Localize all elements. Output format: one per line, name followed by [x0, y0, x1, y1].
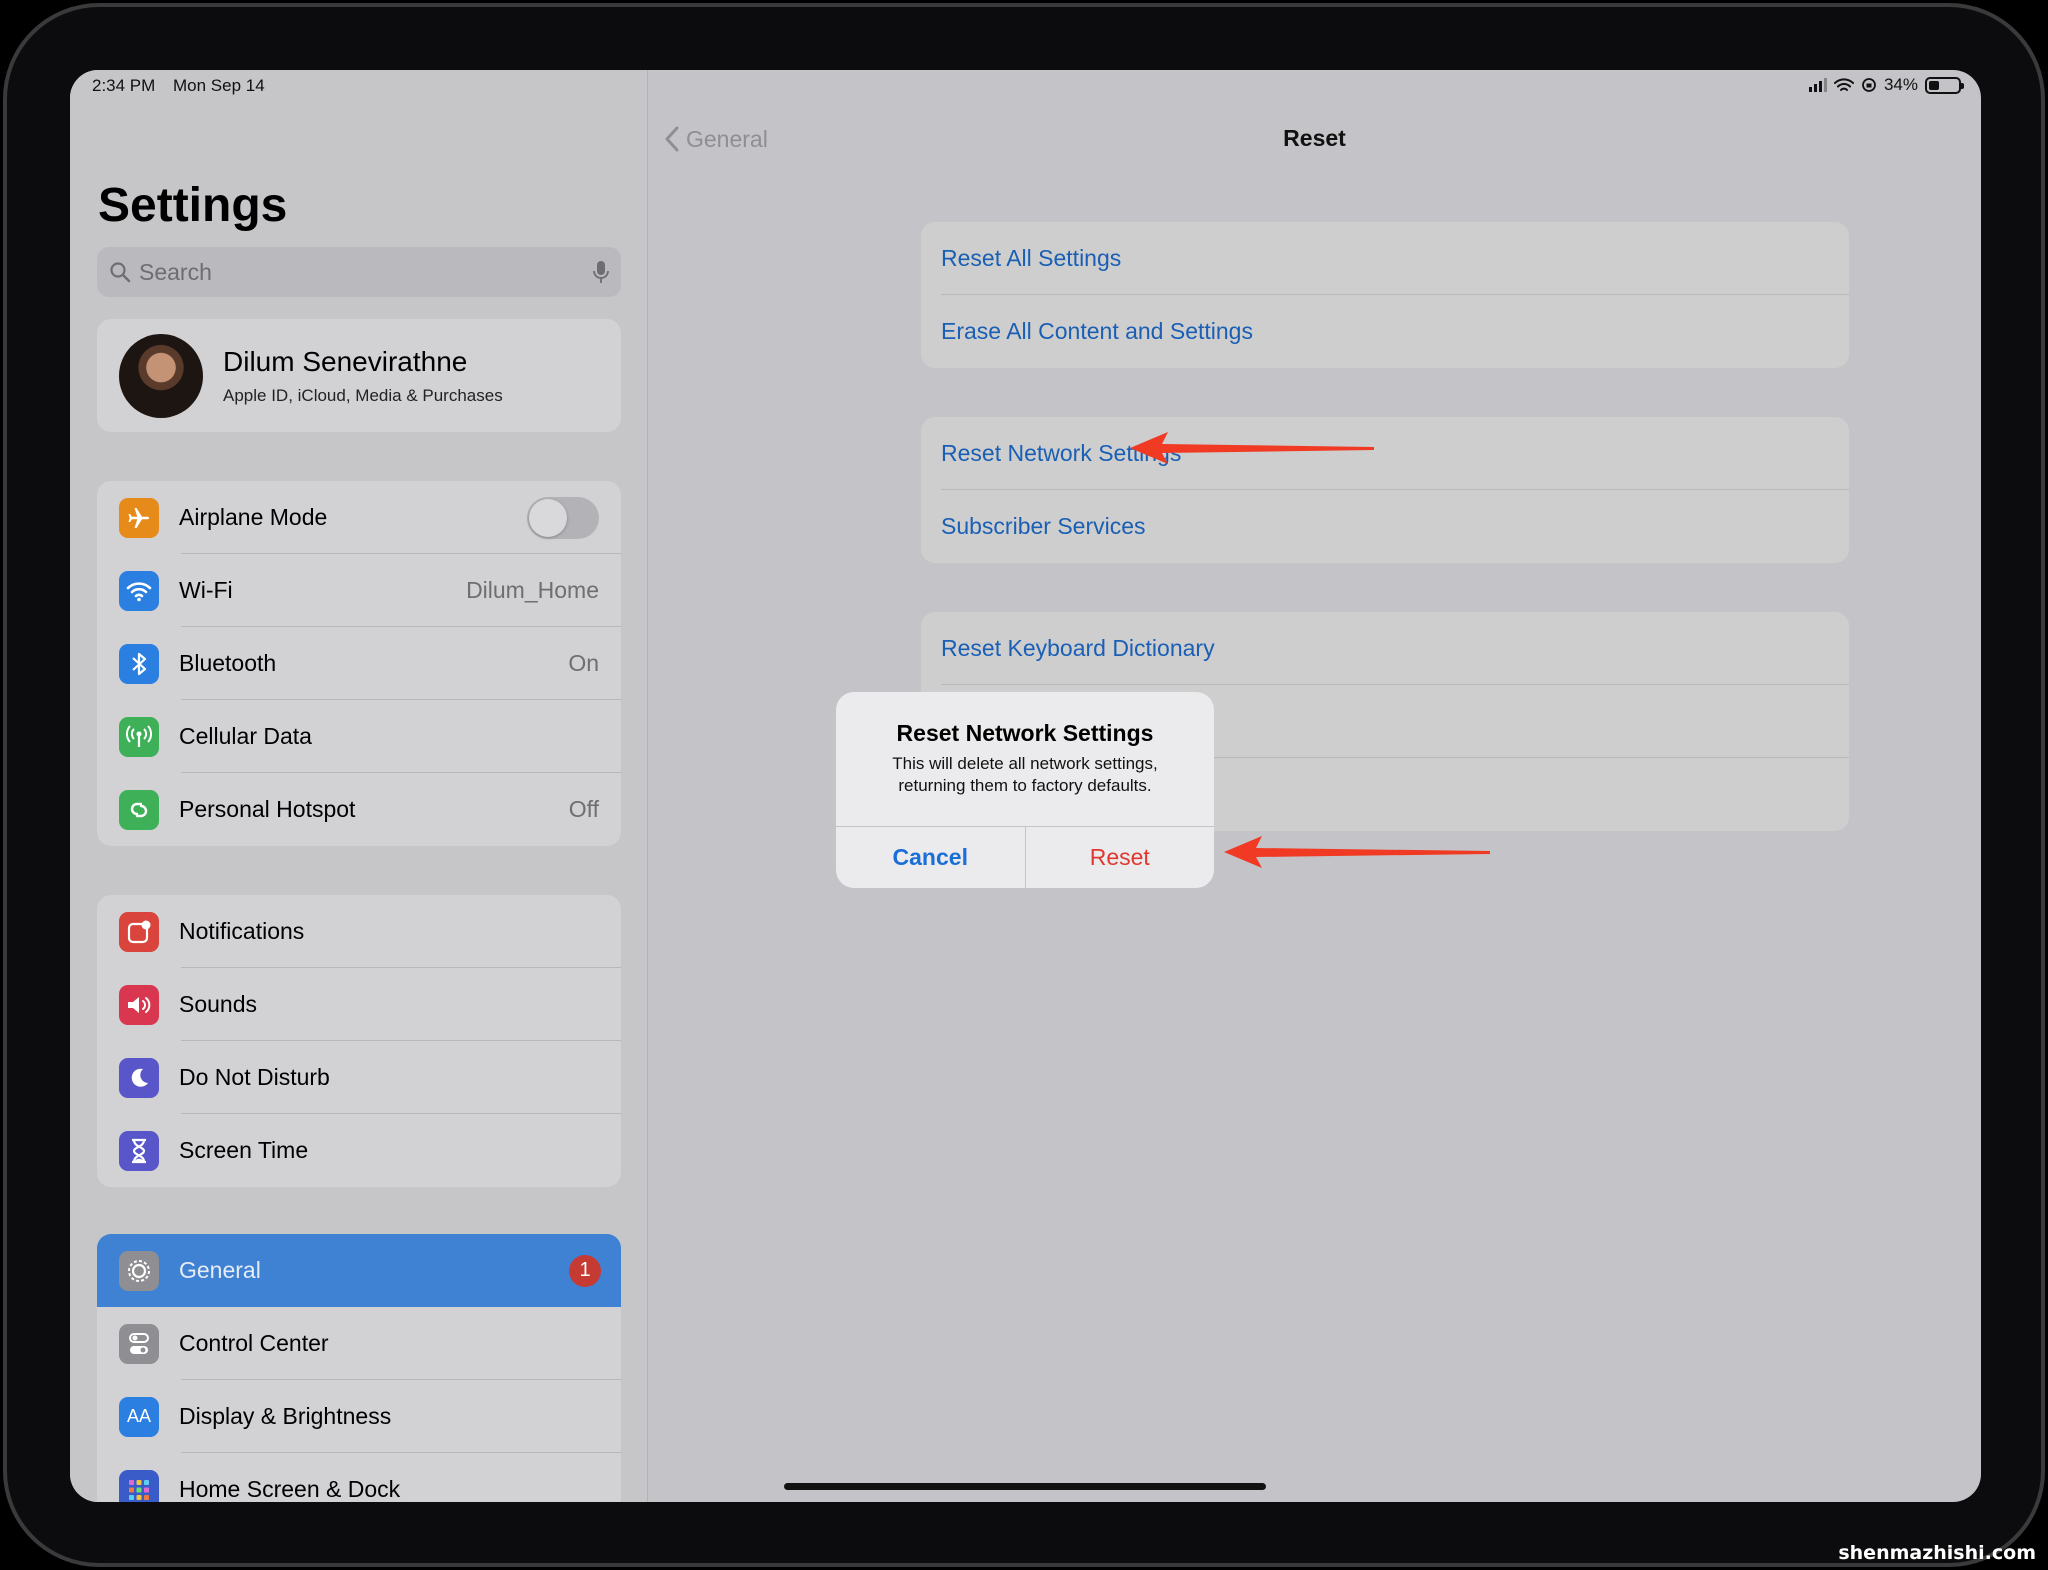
settings-sidebar: Settings Search Dilum Senevirathne Apple… — [70, 70, 648, 1502]
annotation-arrow-network — [1130, 432, 1374, 464]
sidebar-item-label: Screen Time — [179, 1137, 309, 1163]
alert-title: Reset Network Settings — [896, 720, 1154, 746]
notifications-icon — [119, 911, 159, 952]
wifi-status-icon — [1833, 77, 1854, 91]
watermark-text: shenmazhishi.com — [1838, 1542, 2036, 1564]
notifications-group: Notifications Sounds Do Not Disturb Scre… — [97, 895, 621, 1187]
microphone-icon[interactable] — [593, 260, 609, 284]
sidebar-item-label: Wi-Fi — [179, 577, 233, 603]
sidebar-item-cellular-data[interactable]: Cellular Data — [97, 700, 621, 773]
hotspot-status-value: Off — [568, 796, 599, 822]
hourglass-icon — [119, 1130, 159, 1171]
sidebar-item-label: General — [179, 1257, 261, 1283]
sidebar-item-display-brightness[interactable]: AA Display & Brightness — [97, 1380, 621, 1453]
search-placeholder: Search — [139, 258, 212, 285]
sidebar-item-label: Display & Brightness — [179, 1403, 392, 1429]
battery-icon — [1925, 76, 1964, 94]
annotation-arrow-reset — [1224, 836, 1490, 868]
text-size-icon: AA — [119, 1396, 159, 1437]
reset-all-settings-button[interactable]: Reset All Settings — [921, 222, 1849, 295]
sidebar-item-do-not-disturb[interactable]: Do Not Disturb — [97, 1041, 621, 1114]
bluetooth-icon — [119, 643, 159, 684]
erase-all-content-button[interactable]: Erase All Content and Settings — [921, 295, 1849, 368]
general-group: General 1 Control Center AA Display & Br… — [97, 1234, 621, 1502]
reset-keyboard-dictionary-button[interactable]: Reset Keyboard Dictionary — [921, 612, 1849, 685]
sidebar-item-label: Notifications — [179, 918, 305, 944]
item-label: Reset Keyboard Dictionary — [941, 635, 1215, 661]
sidebar-item-wifi[interactable]: Wi-Fi Dilum_Home — [97, 554, 621, 627]
speaker-icon — [119, 984, 159, 1025]
airplane-icon — [119, 497, 159, 538]
sidebar-item-notifications[interactable]: Notifications — [97, 895, 621, 968]
reset-network-settings-button[interactable]: Reset Network Settings — [921, 417, 1849, 490]
item-label: Subscriber Services — [941, 513, 1146, 539]
sidebar-item-label: Airplane Mode — [179, 504, 328, 530]
wifi-icon — [119, 570, 159, 611]
sidebar-item-label: Personal Hotspot — [179, 796, 356, 822]
alert-message: This will delete all network settings, r… — [892, 754, 1158, 795]
wifi-network-value: Dilum_Home — [466, 577, 599, 603]
page-title: Settings — [98, 179, 288, 232]
update-badge: 1 — [569, 1254, 601, 1287]
reset-group-1: Reset All Settings Erase All Content and… — [921, 222, 1849, 368]
sidebar-item-label: Bluetooth — [179, 650, 277, 676]
moon-icon — [119, 1057, 159, 1098]
hotspot-icon — [119, 789, 159, 830]
confirm-reset-button[interactable]: Reset — [1026, 827, 1215, 888]
search-input[interactable]: Search — [97, 247, 621, 297]
apple-id-profile[interactable]: Dilum Senevirathne Apple ID, iCloud, Med… — [97, 319, 621, 432]
switches-icon — [119, 1323, 159, 1364]
sidebar-item-home-screen-dock[interactable]: Home Screen & Dock — [97, 1453, 621, 1502]
sidebar-item-label: Do Not Disturb — [179, 1064, 330, 1090]
airplane-mode-toggle[interactable] — [527, 496, 599, 539]
cellular-signal-icon — [1808, 78, 1827, 92]
sidebar-item-screen-time[interactable]: Screen Time — [97, 1114, 621, 1187]
grid-icon — [119, 1469, 159, 1502]
profile-subtitle: Apple ID, iCloud, Media & Purchases — [223, 385, 503, 405]
antenna-icon — [119, 716, 159, 757]
bluetooth-status-value: On — [568, 650, 599, 676]
avatar — [119, 333, 203, 418]
sidebar-item-label: Control Center — [179, 1330, 329, 1356]
sidebar-item-general[interactable]: General 1 — [97, 1234, 621, 1307]
item-label: Reset All Settings — [941, 245, 1122, 271]
status-date: Mon Sep 14 — [173, 76, 265, 95]
ipad-screen: Settings Search Dilum Senevirathne Apple… — [70, 70, 1981, 1502]
status-time: 2:34 PM — [92, 76, 156, 95]
sidebar-item-control-center[interactable]: Control Center — [97, 1307, 621, 1380]
battery-percentage: 34% — [1883, 75, 1918, 94]
search-icon — [110, 262, 131, 283]
subscriber-services-button[interactable]: Subscriber Services — [921, 490, 1849, 563]
reset-network-alert: Reset Network Settings This will delete … — [836, 692, 1214, 888]
reset-group-2: Reset Network Settings Subscriber Servic… — [921, 417, 1849, 563]
home-indicator — [784, 1483, 1266, 1490]
sidebar-item-bluetooth[interactable]: Bluetooth On — [97, 627, 621, 700]
gear-icon — [119, 1250, 159, 1291]
sidebar-item-personal-hotspot[interactable]: Personal Hotspot Off — [97, 773, 621, 846]
profile-name: Dilum Senevirathne — [223, 345, 468, 377]
status-bar: 2:34 PM Mon Sep 14 34% — [70, 70, 1981, 102]
orientation-lock-icon — [1862, 78, 1876, 92]
sidebar-item-label: Home Screen & Dock — [179, 1476, 401, 1502]
nav-title: Reset — [1283, 125, 1346, 151]
sidebar-item-label: Cellular Data — [179, 723, 312, 749]
cancel-button[interactable]: Cancel — [836, 827, 1026, 888]
connectivity-group: Airplane Mode Wi-Fi Dilum_Home Bluetooth… — [97, 481, 621, 846]
sidebar-item-airplane-mode[interactable]: Airplane Mode — [97, 481, 621, 554]
sidebar-item-sounds[interactable]: Sounds — [97, 968, 621, 1041]
sidebar-item-label: Sounds — [179, 991, 258, 1017]
item-label: Erase All Content and Settings — [941, 318, 1253, 344]
